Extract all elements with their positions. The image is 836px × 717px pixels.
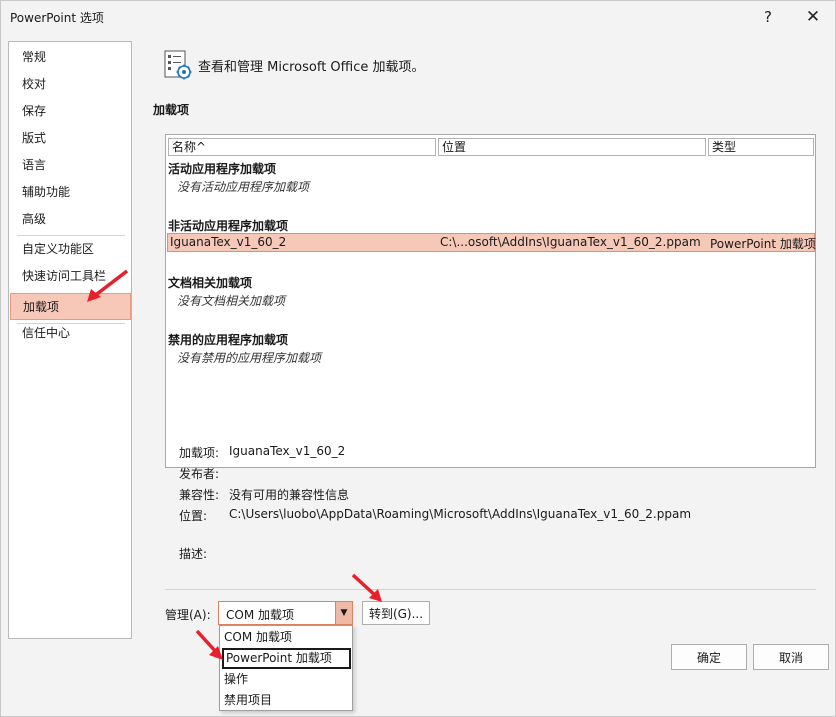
group-disabled-title: 禁用的应用程序加载项 — [168, 333, 289, 347]
nav-item-proofing[interactable]: 校对 — [10, 71, 131, 98]
detail-compat-value: 没有可用的兼容性信息 — [229, 488, 350, 502]
ok-button[interactable]: 确定 — [671, 644, 747, 670]
detail-addin-label: 加载项: — [179, 446, 220, 460]
addins-gear-icon — [164, 50, 192, 80]
addins-panel: 查看和管理 Microsoft Office 加载项。 加载项 名称^ 位置 类… — [151, 41, 829, 670]
nav-item-save[interactable]: 保存 — [10, 98, 131, 125]
column-header-location[interactable]: 位置 — [438, 138, 706, 156]
nav-item-quick-access-toolbar[interactable]: 快速访问工具栏 — [10, 263, 131, 290]
manage-dropdown-list[interactable]: COM 加载项 PowerPoint 加载项 操作 禁用项目 — [219, 625, 353, 711]
options-nav: 常规 校对 保存 版式 语言 辅助功能 高级 自定义功能区 快速访问工具栏 加载… — [8, 41, 132, 639]
detail-location-value: C:\Users\luobo\AppData\Roaming\Microsoft… — [229, 507, 692, 521]
manage-label: 管理(A): — [165, 608, 211, 622]
addin-type: PowerPoint 加载项 — [710, 237, 816, 251]
close-button[interactable]: ✕ — [791, 1, 835, 33]
column-header-name[interactable]: 名称^ — [168, 138, 436, 156]
nav-item-accessibility[interactable]: 辅助功能 — [10, 179, 131, 206]
nav-item-customize-ribbon[interactable]: 自定义功能区 — [10, 236, 131, 263]
goto-button[interactable]: 转到(G)... — [362, 601, 430, 625]
powerpoint-options-dialog: PowerPoint 选项 ? ✕ 常规 校对 保存 版式 语言 辅助功能 高级… — [0, 0, 836, 717]
dropdown-option-disabled[interactable]: 禁用项目 — [222, 690, 351, 711]
addin-location: C:\...osoft\AddIns\IguanaTex_v1_60_2.ppa… — [440, 235, 701, 249]
detail-location-label: 位置: — [179, 509, 208, 523]
addin-name: IguanaTex_v1_60_2 — [170, 235, 287, 249]
group-disabled-empty: 没有禁用的应用程序加载项 — [177, 351, 322, 365]
nav-item-addins[interactable]: 加载项 — [10, 293, 131, 320]
divider — [165, 589, 816, 590]
detail-desc-label: 描述: — [179, 547, 208, 561]
detail-publisher-label: 发布者: — [179, 467, 220, 481]
cancel-button[interactable]: 取消 — [753, 644, 829, 670]
column-header-type[interactable]: 类型 — [708, 138, 814, 156]
group-document-title: 文档相关加载项 — [168, 276, 253, 290]
window-title: PowerPoint 选项 — [10, 11, 104, 25]
group-inactive-title: 非活动应用程序加载项 — [168, 219, 289, 233]
addins-list[interactable]: 名称^ 位置 类型 活动应用程序加载项 没有活动应用程序加载项 非活动应用程序加… — [165, 134, 816, 468]
nav-item-advanced[interactable]: 高级 — [10, 206, 131, 233]
nav-item-layout[interactable]: 版式 — [10, 125, 131, 152]
addin-row-iguanatex[interactable]: IguanaTex_v1_60_2 C:\...osoft\AddIns\Igu… — [167, 233, 816, 252]
nav-item-language[interactable]: 语言 — [10, 152, 131, 179]
dropdown-option-actions[interactable]: 操作 — [222, 669, 351, 690]
detail-compat-label: 兼容性: — [179, 488, 220, 502]
manage-selected-value: COM 加载项 — [226, 608, 294, 622]
group-document-empty: 没有文档相关加载项 — [177, 294, 286, 308]
nav-item-general[interactable]: 常规 — [10, 44, 131, 71]
dropdown-option-com[interactable]: COM 加载项 — [222, 627, 351, 648]
title-bar: PowerPoint 选项 ? ✕ — [1, 1, 835, 33]
detail-addin-value: IguanaTex_v1_60_2 — [229, 444, 346, 458]
panel-description: 查看和管理 Microsoft Office 加载项。 — [198, 60, 425, 75]
nav-item-trust-center[interactable]: 信任中心 — [10, 320, 131, 347]
group-active-empty: 没有活动应用程序加载项 — [177, 180, 310, 194]
chevron-down-icon[interactable]: ▼ — [335, 602, 352, 624]
dropdown-option-powerpoint[interactable]: PowerPoint 加载项 — [222, 648, 351, 669]
manage-select[interactable]: COM 加载项 ▼ — [218, 601, 353, 625]
section-title: 加载项 — [153, 103, 190, 117]
group-active-title: 活动应用程序加载项 — [168, 162, 277, 176]
help-button[interactable]: ? — [746, 1, 790, 33]
